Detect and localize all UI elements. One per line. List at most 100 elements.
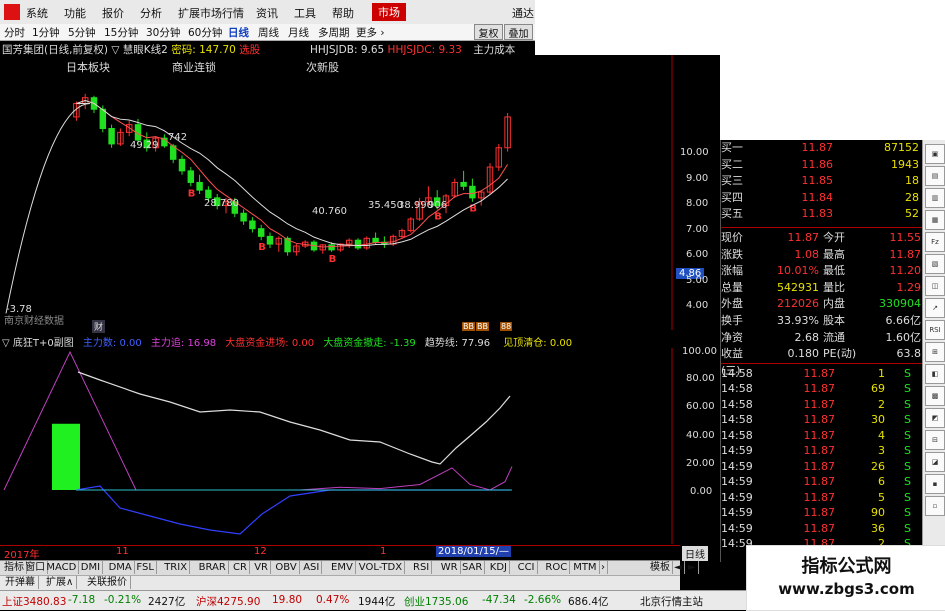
tool-button-icon[interactable]: RSI — [925, 320, 945, 340]
indicator-tab[interactable]: FSL — [134, 561, 157, 574]
menu-item-market[interactable]: 市场 — [372, 3, 406, 21]
indicator-tab[interactable]: SAR — [460, 561, 486, 574]
tool-button-icon[interactable]: ▣ — [925, 144, 945, 164]
template-tab[interactable]: ◄ — [672, 561, 685, 574]
tool-button-icon[interactable]: ◪ — [925, 452, 945, 472]
status-item: 1944亿 — [358, 596, 396, 608]
tick-row[interactable]: 14:59 11.87 36 S — [721, 521, 923, 537]
indicator-tab[interactable]: › — [599, 561, 608, 574]
tool-button-icon[interactable]: ⊞ — [925, 342, 945, 362]
menu-item-function[interactable]: 功能 — [64, 5, 86, 21]
order-price: 11.85 — [801, 174, 834, 188]
watermark: 指标公式网 www.zbgs3.com — [746, 545, 945, 611]
indicator-tab[interactable]: BRAR — [197, 561, 229, 574]
indicator-tab[interactable]: CCI — [516, 561, 538, 574]
tool-button-icon[interactable]: ↗ — [925, 298, 945, 318]
period-multi[interactable]: 多周期 — [318, 25, 350, 40]
menu-item-ext-market[interactable]: 扩展市场行情 — [178, 5, 244, 21]
period-monthly[interactable]: 月线 — [288, 25, 309, 40]
tick-row[interactable]: 14:58 11.87 69 S — [721, 381, 923, 397]
tick-volume: 5 — [878, 490, 885, 504]
period-1min[interactable]: 1分钟 — [32, 25, 60, 40]
tick-price: 11.87 — [803, 490, 836, 504]
tool-button-icon[interactable]: ▦ — [925, 210, 945, 230]
indicator-tab[interactable]: DMI — [79, 561, 104, 574]
tool-button-icon[interactable]: ▩ — [925, 386, 945, 406]
indicator-background — [0, 348, 720, 544]
tick-volume: 30 — [871, 413, 885, 427]
candle-body — [460, 181, 467, 187]
template-tab[interactable]: ► — [686, 561, 699, 574]
menu-item-tools[interactable]: 工具 — [294, 5, 316, 21]
order-price: 11.83 — [801, 207, 834, 221]
kline-chart[interactable]: BBBBB — [0, 55, 720, 330]
time-label: 1 — [380, 546, 387, 557]
tool-button-icon[interactable]: ▫ — [925, 496, 945, 516]
tool-button-icon[interactable]: ▤ — [925, 166, 945, 186]
stats-row: 收益(三) 0.180 PE(动) 63.8 — [721, 346, 923, 377]
indicator-tab[interactable]: ASI — [301, 561, 323, 574]
stat-label: 内盘 — [823, 297, 845, 311]
indicator-tab[interactable]: KDJ — [488, 561, 511, 574]
indicator-tab[interactable]: VR — [252, 561, 271, 574]
period-daily[interactable]: 日线 — [228, 25, 249, 40]
template-tab[interactable]: 模板 — [648, 561, 673, 574]
candle-body — [187, 170, 195, 183]
menu-item-news[interactable]: 资讯 — [256, 5, 278, 21]
order-volume: 18 — [905, 174, 919, 188]
indicator-tab[interactable]: WR — [439, 561, 461, 574]
period-weekly[interactable]: 周线 — [258, 25, 279, 40]
period-60min[interactable]: 60分钟 — [188, 25, 222, 40]
tick-row[interactable]: 14:59 11.87 6 S — [721, 474, 923, 490]
menu-item-analysis[interactable]: 分析 — [140, 5, 162, 21]
tick-row[interactable]: 14:58 11.87 30 S — [721, 412, 923, 428]
y-tick: 7.00 — [686, 224, 709, 235]
tool-button-icon[interactable]: Fz — [925, 232, 945, 252]
tool-button-icon[interactable]: ◩ — [925, 408, 945, 428]
tick-list[interactable]: 14:58 11.87 1 S 14:58 11.87 69 S 14:58 11.87 2 S 14:… — [721, 366, 923, 552]
menu-item-quotes[interactable]: 报价 — [102, 5, 124, 21]
tool-button-icon[interactable]: ▪ — [925, 474, 945, 494]
stat-label: 流通 — [823, 330, 845, 344]
tool-button-icon[interactable]: ⊟ — [925, 430, 945, 450]
period-15min[interactable]: 15分钟 — [104, 25, 138, 40]
tick-row[interactable]: 14:59 11.87 5 S — [721, 490, 923, 506]
secondary-tab[interactable]: 关联报价 — [84, 576, 131, 589]
tick-row[interactable]: 14:58 11.87 1 S — [721, 366, 923, 382]
menu-item-right[interactable]: 通达 — [512, 5, 534, 21]
indicator-chart[interactable] — [0, 348, 720, 544]
tick-row[interactable]: 14:59 11.87 26 S — [721, 459, 923, 475]
indicator-tab[interactable]: VOL-TDX — [357, 561, 406, 574]
tool-button-icon[interactable]: ◧ — [925, 364, 945, 384]
stat-value: 6.66亿 — [885, 313, 922, 327]
indicator-tab[interactable]: MTM — [571, 561, 600, 574]
indicator-tab[interactable]: EMV — [329, 561, 356, 574]
overlay-button[interactable]: 叠加 — [504, 24, 533, 40]
tick-row[interactable]: 14:58 11.87 2 S — [721, 397, 923, 413]
tool-button-icon[interactable]: ◫ — [925, 276, 945, 296]
period-more[interactable]: 更多 › — [356, 25, 385, 40]
tool-button-icon[interactable]: ▧ — [925, 254, 945, 274]
period-intraday[interactable]: 分时 — [4, 25, 25, 40]
tick-row[interactable]: 14:59 11.87 90 S — [721, 505, 923, 521]
indicator-tab[interactable]: TRIX — [162, 561, 191, 574]
menu-item-help[interactable]: 帮助 — [332, 5, 354, 21]
menu-item-system[interactable]: 系统 — [26, 5, 48, 21]
indicator-tab[interactable]: ROC — [543, 561, 571, 574]
period-30min[interactable]: 30分钟 — [146, 25, 180, 40]
indicator-tab[interactable]: OBV — [273, 561, 300, 574]
tick-row[interactable]: 14:59 11.87 3 S — [721, 443, 923, 459]
app-logo-icon — [4, 4, 20, 20]
indicator-tab[interactable]: MACD — [44, 561, 80, 574]
period-5min[interactable]: 5分钟 — [68, 25, 96, 40]
secondary-tab[interactable]: 扩展∧ — [43, 576, 78, 589]
tick-row[interactable]: 14:58 11.87 4 S — [721, 428, 923, 444]
right-tab-daily[interactable]: 日线 — [682, 546, 708, 561]
adjust-button[interactable]: 复权 — [474, 24, 503, 40]
indicator-tab[interactable]: CR — [231, 561, 250, 574]
tool-button-icon[interactable]: ▥ — [925, 188, 945, 208]
stats-row: 换手 33.93% 股本 6.66亿 — [721, 313, 923, 330]
secondary-tab[interactable]: 开弹幕 — [2, 576, 39, 589]
indicator-tab[interactable]: RSI — [411, 561, 433, 574]
indicator-tab[interactable]: DMA — [107, 561, 135, 574]
